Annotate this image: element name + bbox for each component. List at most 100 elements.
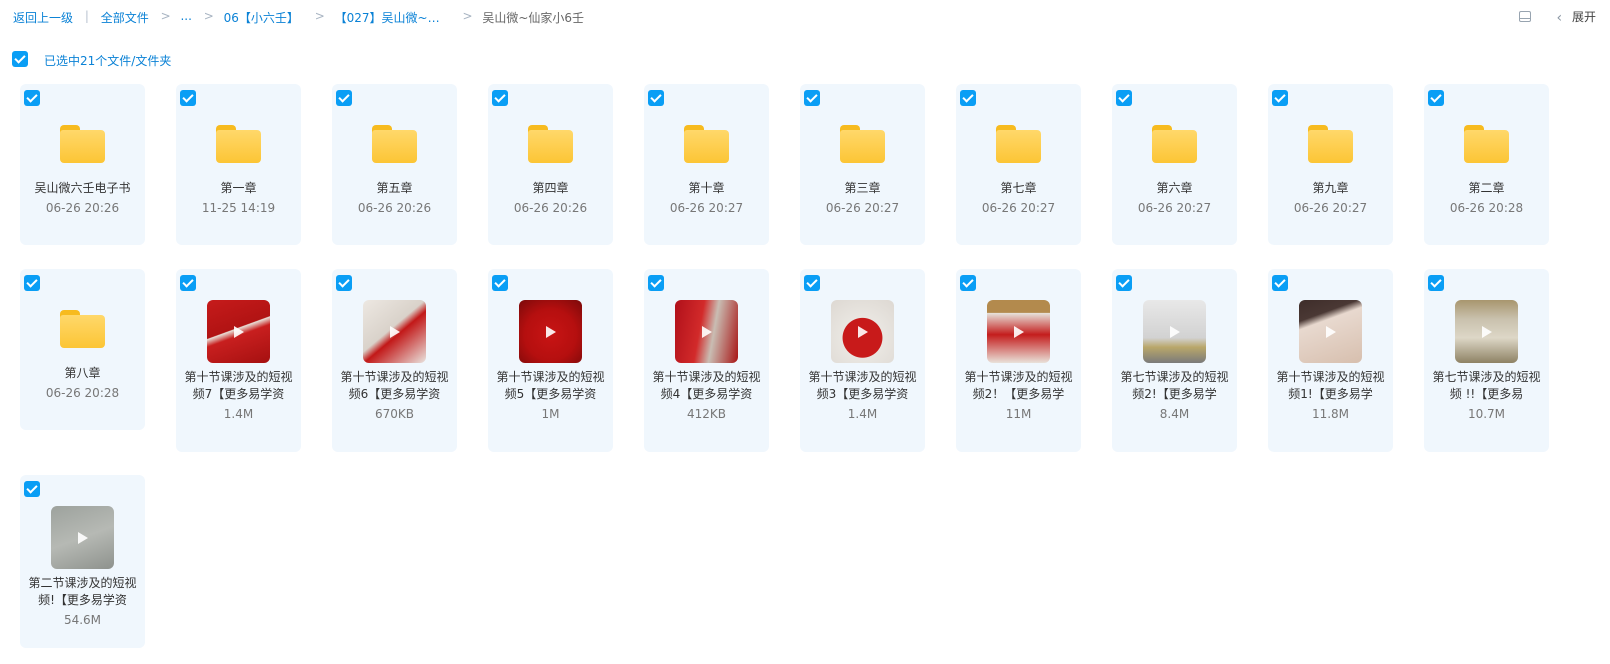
chevron-left-icon[interactable]: ‹ [1557, 10, 1563, 26]
video-card[interactable]: 第十节课涉及的短视频4【更多易学资 412KB [644, 269, 769, 452]
video-card[interactable]: 第七节课涉及的短视频 !!【更多易 10.7M [1424, 269, 1549, 452]
folder-body-shape [1308, 130, 1353, 163]
folder-card[interactable]: 第三章 06-26 20:27 [800, 84, 925, 245]
play-icon [78, 532, 88, 544]
video-name: 第七节课涉及的短视频 !!【更多易 [1432, 370, 1541, 401]
folder-date: 11-25 14:19 [201, 201, 276, 215]
item-checkbox[interactable] [24, 90, 40, 106]
item-checkbox[interactable] [24, 481, 40, 497]
back-link[interactable]: 返回上一级 [13, 9, 73, 26]
expand-button[interactable]: 展开 [1572, 10, 1596, 24]
play-icon [1014, 326, 1024, 338]
folder-icon [60, 310, 105, 348]
video-card[interactable]: 第十节课涉及的短视频6【更多易学资 670KB [332, 269, 457, 452]
folder-date: 06-26 20:28 [45, 386, 120, 400]
folder-name: 第十章 [688, 181, 725, 195]
item-checkbox[interactable] [180, 275, 196, 291]
breadcrumb-level1[interactable]: 06【小六壬】 [224, 9, 299, 26]
folder-date: 06-26 20:27 [981, 201, 1056, 215]
folder-card[interactable]: 第二章 06-26 20:28 [1424, 84, 1549, 245]
folder-date: 06-26 20:27 [825, 201, 900, 215]
view-mode-icon[interactable] [1518, 11, 1531, 22]
item-checkbox[interactable] [648, 90, 664, 106]
folder-body-shape [996, 130, 1041, 163]
item-checkbox[interactable] [1428, 90, 1444, 106]
folder-name: 第六章 [1156, 181, 1193, 195]
video-name: 第十节课涉及的短视频3【更多易学资 [808, 370, 917, 401]
video-card[interactable]: 第七节课涉及的短视频2!【更多易学 8.4M [1112, 269, 1237, 452]
folder-icon [684, 125, 729, 163]
video-name: 第十节课涉及的短视频7【更多易学资 [184, 370, 293, 401]
video-card[interactable]: 第十节课涉及的短视频3【更多易学资 1.4M [800, 269, 925, 452]
item-checkbox[interactable] [492, 90, 508, 106]
video-name: 第十节课涉及的短视频5【更多易学资 [496, 370, 605, 401]
top-right-controls: ‹ 展开 [1518, 8, 1596, 26]
selection-count-label: 已选中21个文件/文件夹 [44, 54, 172, 68]
play-icon [390, 326, 400, 338]
folder-icon [1308, 125, 1353, 163]
folder-card[interactable]: 第八章 06-26 20:28 [20, 269, 145, 430]
video-card[interactable]: 第二节课涉及的短视频!【更多易学资 54.6M [20, 475, 145, 648]
breadcrumb-all-files[interactable]: 全部文件 [101, 9, 149, 26]
video-card[interactable]: 第十节课涉及的短视频1!【更多易学 11.8M [1268, 269, 1393, 452]
video-name: 第七节课涉及的短视频2!【更多易学 [1120, 370, 1229, 401]
folder-body-shape [60, 130, 105, 163]
folder-body-shape [528, 130, 573, 163]
item-checkbox[interactable] [1272, 275, 1288, 291]
item-checkbox[interactable] [804, 90, 820, 106]
video-card[interactable]: 第十节课涉及的短视频2！【更多易学 11M [956, 269, 1081, 452]
folder-card[interactable]: 第一章 11-25 14:19 [176, 84, 301, 245]
video-thumbnail [519, 300, 582, 363]
video-card[interactable]: 第十节课涉及的短视频7【更多易学资 1.4M [176, 269, 301, 452]
folder-icon [60, 125, 105, 163]
item-checkbox[interactable] [1116, 90, 1132, 106]
file-size: 1.4M [847, 407, 878, 421]
item-checkbox[interactable] [180, 90, 196, 106]
folder-body-shape [1152, 130, 1197, 163]
folder-date: 06-26 20:28 [1449, 201, 1524, 215]
item-checkbox[interactable] [492, 275, 508, 291]
folder-name: 第七章 [1000, 181, 1037, 195]
folder-name: 第三章 [844, 181, 881, 195]
video-name: 第十节课涉及的短视频2！【更多易学 [964, 370, 1073, 401]
breadcrumb-ellipsis[interactable]: ... [180, 9, 191, 23]
item-checkbox[interactable] [1116, 275, 1132, 291]
video-card[interactable]: 第十节课涉及的短视频5【更多易学资 1M [488, 269, 613, 452]
item-checkbox[interactable] [960, 90, 976, 106]
video-thumbnail [363, 300, 426, 363]
item-checkbox[interactable] [804, 275, 820, 291]
folder-card[interactable]: 第十章 06-26 20:27 [644, 84, 769, 245]
item-checkbox[interactable] [336, 275, 352, 291]
folder-name: 吴山微六壬电子书 [34, 181, 131, 195]
item-checkbox[interactable] [336, 90, 352, 106]
top-bar: 返回上一级 | 全部文件 > ... > 06【小六壬】 > 【027】吴山微~… [0, 0, 1610, 36]
play-icon [546, 326, 556, 338]
folder-card[interactable]: 吴山微六壬电子书 06-26 20:26 [20, 84, 145, 245]
folder-icon [372, 125, 417, 163]
item-checkbox[interactable] [960, 275, 976, 291]
folder-date: 06-26 20:26 [45, 201, 120, 215]
item-checkbox[interactable] [1428, 275, 1444, 291]
video-thumbnail [1455, 300, 1518, 363]
folder-icon [1152, 125, 1197, 163]
select-all-checkbox[interactable] [12, 51, 28, 67]
file-size: 412KB [686, 407, 726, 421]
item-checkbox[interactable] [24, 275, 40, 291]
folder-body-shape [1464, 130, 1509, 163]
item-checkbox[interactable] [1272, 90, 1288, 106]
folder-card[interactable]: 第九章 06-26 20:27 [1268, 84, 1393, 245]
folder-date: 06-26 20:26 [357, 201, 432, 215]
folder-card[interactable]: 第六章 06-26 20:27 [1112, 84, 1237, 245]
video-name: 第二节课涉及的短视频!【更多易学资 [28, 576, 137, 607]
item-checkbox[interactable] [648, 275, 664, 291]
breadcrumb-level2[interactable]: 【027】吴山微~仙... [335, 9, 445, 26]
folder-name: 第一章 [220, 181, 257, 195]
play-icon [1170, 326, 1180, 338]
file-size: 1M [541, 407, 560, 421]
folder-card[interactable]: 第七章 06-26 20:27 [956, 84, 1081, 245]
folder-card[interactable]: 第四章 06-26 20:26 [488, 84, 613, 245]
folder-body-shape [216, 130, 261, 163]
folder-name: 第二章 [1468, 181, 1505, 195]
folder-card[interactable]: 第五章 06-26 20:26 [332, 84, 457, 245]
file-size: 10.7M [1467, 407, 1506, 421]
